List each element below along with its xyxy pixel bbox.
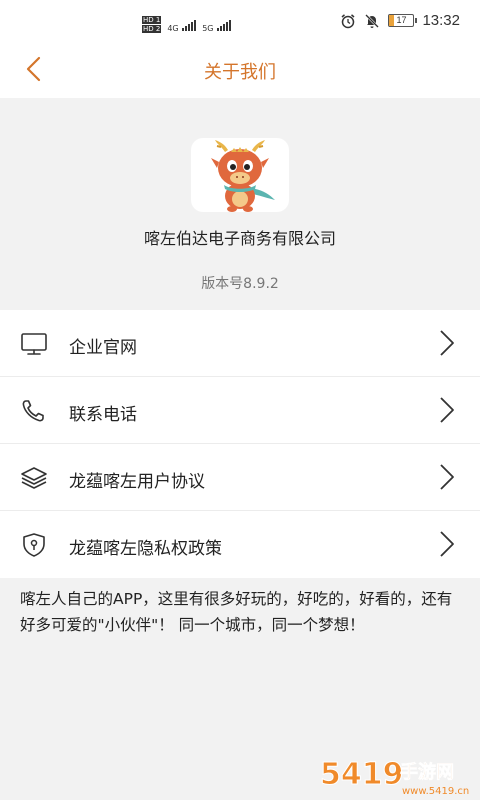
header: 关于我们: [0, 40, 480, 98]
monitor-icon: [21, 333, 47, 355]
menu-item-privacy-policy[interactable]: 龙蕴喀左隐私权政策: [0, 511, 480, 578]
phone-icon: [22, 400, 44, 422]
status-right: 17 13:32: [340, 12, 460, 29]
menu-item-label: 龙蕴喀左隐私权政策: [69, 539, 222, 559]
company-name: 喀左伯达电子商务有限公司: [143, 229, 336, 248]
signal-5g-icon: 5G: [202, 20, 232, 33]
layers-icon: [21, 467, 47, 489]
svg-text:手游网: 手游网: [400, 761, 454, 783]
menu-item-label: 企业官网: [69, 338, 137, 358]
signal-indicators: HD 1 HD 2 4G 5G: [142, 16, 232, 33]
menu-item-user-agreement[interactable]: 龙蕴喀左用户协议: [0, 444, 480, 511]
dragon-mascot-icon: [211, 140, 275, 212]
clock: 13:32: [422, 12, 460, 29]
chevron-right-icon: [440, 397, 454, 423]
settings-menu: 企业官网 联系电话 龙蕴喀左用户协议 龙蕴喀左隐私权政策: [0, 310, 480, 578]
app-logo: [191, 138, 289, 212]
app-description: 喀左人自己的APP，这里有很多好玩的，好吃的，好看的，还有好多可爱的"小伙伴"！…: [20, 590, 453, 634]
chevron-right-icon: [440, 330, 454, 356]
menu-item-label: 联系电话: [69, 405, 137, 425]
hd1-label: HD 1: [142, 16, 162, 24]
menu-item-phone[interactable]: 联系电话: [0, 377, 480, 444]
net2-label: 5G: [202, 24, 214, 33]
mute-icon: [365, 13, 380, 28]
status-bar: HD 1 HD 2 4G 5G 17 13:32: [0, 0, 480, 40]
net1-label: 4G: [167, 24, 179, 33]
chevron-right-icon: [440, 531, 454, 557]
version-label: 版本号8.9.2: [201, 276, 279, 292]
hd2-label: HD 2: [142, 25, 162, 33]
chevron-right-icon: [440, 464, 454, 490]
battery-level: 17: [396, 15, 407, 25]
about-section: 喀左伯达电子商务有限公司 版本号8.9.2: [0, 98, 480, 310]
battery-icon: 17: [388, 14, 418, 27]
page-title: 关于我们: [204, 62, 276, 83]
shield-icon: [23, 533, 45, 557]
alarm-icon: [341, 13, 355, 28]
svg-text:www.5419.cn: www.5419.cn: [402, 786, 469, 797]
menu-item-label: 龙蕴喀左用户协议: [69, 472, 205, 492]
signal-4g-icon: 4G: [167, 20, 197, 33]
svg-text:5419: 5419: [320, 757, 404, 792]
menu-item-website[interactable]: 企业官网: [0, 310, 480, 377]
watermark-logo: 5419 手游网 www.5419.cn: [320, 757, 470, 798]
